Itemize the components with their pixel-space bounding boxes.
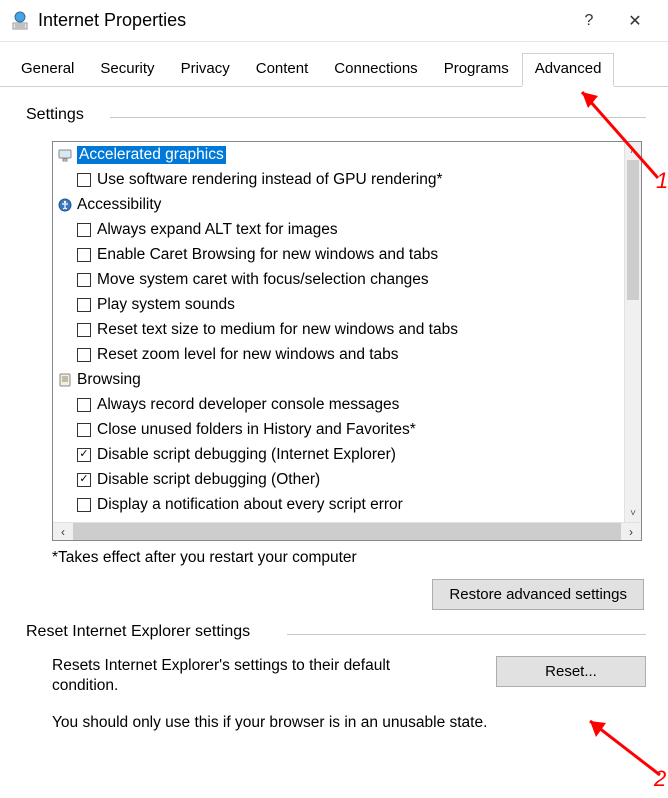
tree-item-label: Close unused folders in History and Favo…	[97, 421, 416, 439]
checkbox[interactable]	[77, 298, 91, 312]
tree-item-label: Reset zoom level for new windows and tab…	[97, 346, 399, 364]
monitor-icon	[57, 147, 73, 163]
scroll-up-icon[interactable]: ˄	[625, 142, 641, 160]
tab-content[interactable]: Content	[243, 53, 322, 87]
titlebar: Internet Properties ? ✕	[0, 0, 668, 42]
checkbox[interactable]	[77, 173, 91, 187]
tab-security[interactable]: Security	[87, 53, 167, 87]
checkbox[interactable]	[77, 273, 91, 287]
tree-item[interactable]: ✓ Disable script debugging (Internet Exp…	[53, 442, 624, 467]
reset-description: Resets Internet Explorer's settings to t…	[52, 656, 422, 696]
settings-tree: Accelerated graphics Use software render…	[52, 141, 642, 541]
close-button[interactable]: ✕	[612, 1, 658, 41]
checkbox[interactable]	[77, 248, 91, 262]
scroll-down-icon[interactable]: ˅	[625, 504, 641, 522]
scroll-track[interactable]	[73, 523, 621, 540]
restore-advanced-button[interactable]: Restore advanced settings	[432, 579, 644, 610]
checkbox[interactable]	[77, 323, 91, 337]
tree-group-accelerated-graphics[interactable]: Accelerated graphics	[53, 142, 624, 167]
tab-privacy[interactable]: Privacy	[168, 53, 243, 87]
tree-item[interactable]: Play system sounds	[53, 292, 624, 317]
tree-item[interactable]: Use software rendering instead of GPU re…	[53, 167, 624, 192]
tree-group-label: Accessibility	[77, 196, 161, 214]
checkbox[interactable]: ✓	[77, 448, 91, 462]
reset-groupbox: Reset Internet Explorer settings Resets …	[22, 624, 646, 732]
tree-group-browsing[interactable]: Browsing	[53, 367, 624, 392]
horizontal-scrollbar[interactable]: ‹ ›	[53, 522, 641, 540]
tree-item-label: Display a notification about every scrip…	[97, 496, 403, 514]
tree-item-label: Always record developer console messages	[97, 396, 399, 414]
checkbox[interactable]	[77, 223, 91, 237]
tree-item[interactable]: Display a notification about every scrip…	[53, 492, 624, 517]
tree-item[interactable]: Reset text size to medium for new window…	[53, 317, 624, 342]
checkbox[interactable]	[77, 348, 91, 362]
tree-item-label: Always expand ALT text for images	[97, 221, 338, 239]
tree-item[interactable]: Enable Caret Browsing for new windows an…	[53, 242, 624, 267]
tree-item-label: Play system sounds	[97, 296, 235, 314]
settings-group-label: Settings	[20, 106, 90, 124]
scroll-left-icon[interactable]: ‹	[53, 523, 73, 540]
tree-item-label: Reset text size to medium for new window…	[97, 321, 458, 339]
groupbox-divider	[110, 117, 646, 118]
help-button[interactable]: ?	[566, 1, 612, 41]
settings-tree-list[interactable]: Accelerated graphics Use software render…	[53, 142, 624, 522]
checkbox[interactable]	[77, 498, 91, 512]
tab-programs[interactable]: Programs	[431, 53, 522, 87]
tree-group-label: Accelerated graphics	[77, 146, 226, 164]
tab-content-advanced: Settings Accelerated graphics Use softwa…	[0, 87, 668, 740]
tree-item-label: Move system caret with focus/selection c…	[97, 271, 429, 289]
tree-item-label: Enable Caret Browsing for new windows an…	[97, 246, 438, 264]
reset-group-label: Reset Internet Explorer settings	[20, 623, 256, 641]
checkbox[interactable]	[77, 398, 91, 412]
tree-group-label: Browsing	[77, 371, 141, 389]
window-title: Internet Properties	[38, 10, 566, 31]
reset-warning: You should only use this if your browser…	[52, 714, 646, 732]
tree-group-accessibility[interactable]: Accessibility	[53, 192, 624, 217]
tree-item[interactable]: Reset zoom level for new windows and tab…	[53, 342, 624, 367]
scroll-thumb[interactable]	[627, 160, 639, 300]
settings-groupbox: Settings Accelerated graphics Use softwa…	[22, 107, 646, 610]
tree-item-label: Use software rendering instead of GPU re…	[97, 171, 443, 189]
tree-item[interactable]: Always record developer console messages	[53, 392, 624, 417]
document-icon	[57, 372, 73, 388]
tree-item[interactable]: Move system caret with focus/selection c…	[53, 267, 624, 292]
tab-general[interactable]: General	[8, 53, 87, 87]
accessibility-icon	[57, 197, 73, 213]
tab-advanced[interactable]: Advanced	[522, 53, 615, 87]
annotation-label-2: 2	[654, 766, 666, 792]
tree-item[interactable]: Always expand ALT text for images	[53, 217, 624, 242]
app-icon	[10, 11, 30, 31]
vertical-scrollbar[interactable]: ˄ ˅	[624, 142, 641, 522]
tree-item[interactable]: ✓ Disable script debugging (Other)	[53, 467, 624, 492]
tree-item-label: Disable script debugging (Internet Explo…	[97, 446, 396, 464]
tree-item-label: Disable script debugging (Other)	[97, 471, 320, 489]
tab-connections[interactable]: Connections	[321, 53, 430, 87]
tree-item[interactable]: Close unused folders in History and Favo…	[53, 417, 624, 442]
restart-note: *Takes effect after you restart your com…	[52, 549, 646, 567]
groupbox-divider	[287, 634, 646, 635]
checkbox[interactable]	[77, 423, 91, 437]
annotation-label-1: 1	[656, 168, 668, 194]
reset-button[interactable]: Reset...	[496, 656, 646, 687]
tab-strip: General Security Privacy Content Connect…	[0, 42, 668, 87]
scroll-right-icon[interactable]: ›	[621, 523, 641, 540]
checkbox[interactable]: ✓	[77, 473, 91, 487]
